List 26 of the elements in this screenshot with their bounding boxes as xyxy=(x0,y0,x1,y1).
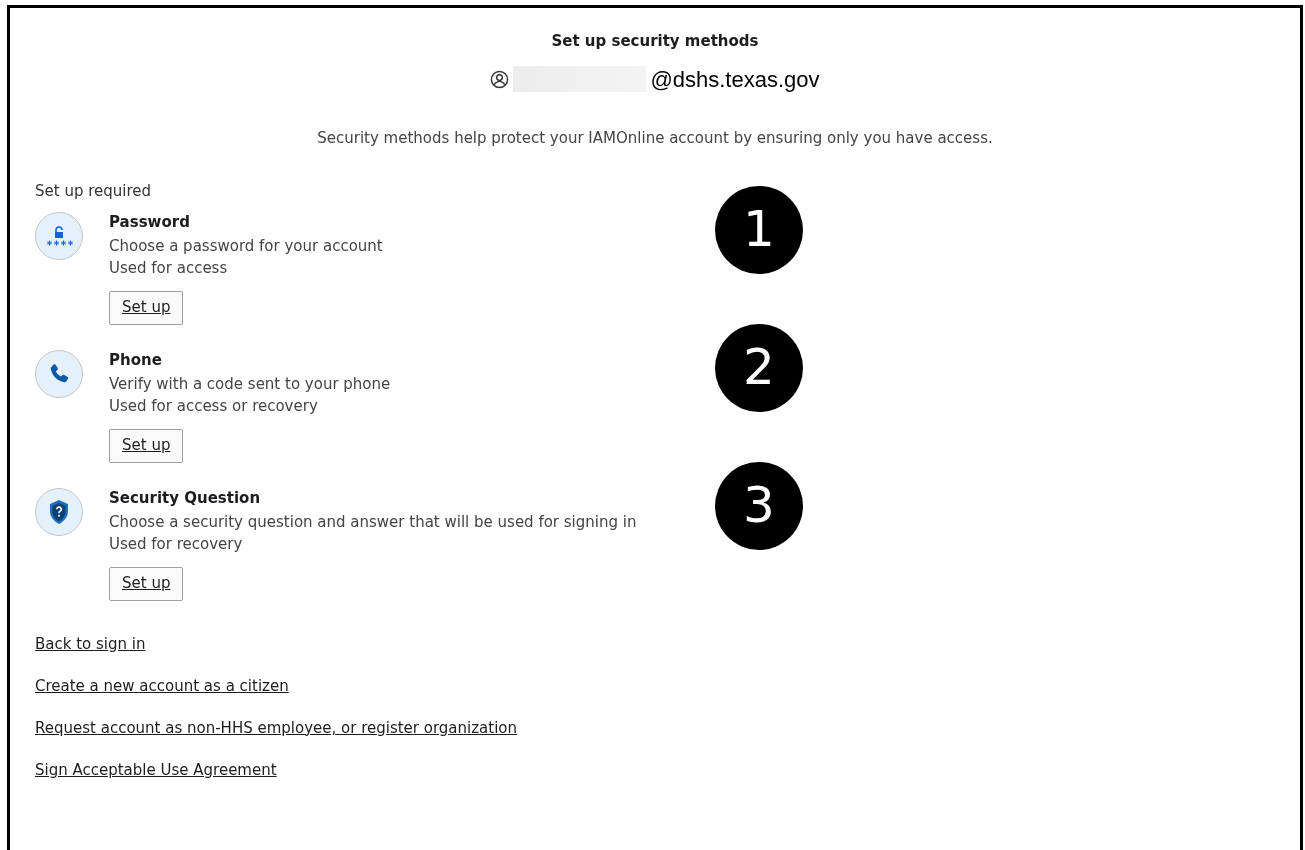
step-number: 1 xyxy=(715,185,803,274)
lock-icon xyxy=(44,224,74,247)
page-heading: Set up security methods xyxy=(551,31,759,52)
method-usage: Used for recovery xyxy=(109,533,243,555)
method-usage: Used for access or recovery xyxy=(109,395,318,417)
method-title: Phone xyxy=(109,349,162,370)
method-title: Password xyxy=(109,211,190,232)
method-description: Choose a password for your account xyxy=(109,235,383,257)
user-icon xyxy=(490,69,510,89)
section-label: Set up required xyxy=(35,181,153,202)
setup-button[interactable]: Set up xyxy=(109,290,184,325)
intro-text: Security methods help protect your IAMOnline account by ensuring only you have access. xyxy=(317,127,993,149)
step-number: 3 xyxy=(715,461,803,550)
shield-icon xyxy=(48,498,70,525)
text-link[interactable]: Back to sign in xyxy=(35,633,146,655)
text-link[interactable]: Create a new account as a citizen xyxy=(35,675,289,697)
step-number: 2 xyxy=(715,323,803,412)
setup-button[interactable]: Set up xyxy=(109,566,184,601)
method-title: Security Question xyxy=(109,487,261,508)
method-description: Choose a security question and answer that will be used for signing in xyxy=(109,511,637,533)
method-usage: Used for access xyxy=(109,257,228,279)
text-link[interactable]: Sign Acceptable Use Agreement xyxy=(35,759,277,781)
setup-button[interactable]: Set up xyxy=(109,428,184,463)
account-email: @dshs.texas.gov xyxy=(650,65,820,94)
text-link[interactable]: Request account as non-HHS employee, or register organization xyxy=(35,717,518,739)
method-description: Verify with a code sent to your phone xyxy=(109,373,391,395)
